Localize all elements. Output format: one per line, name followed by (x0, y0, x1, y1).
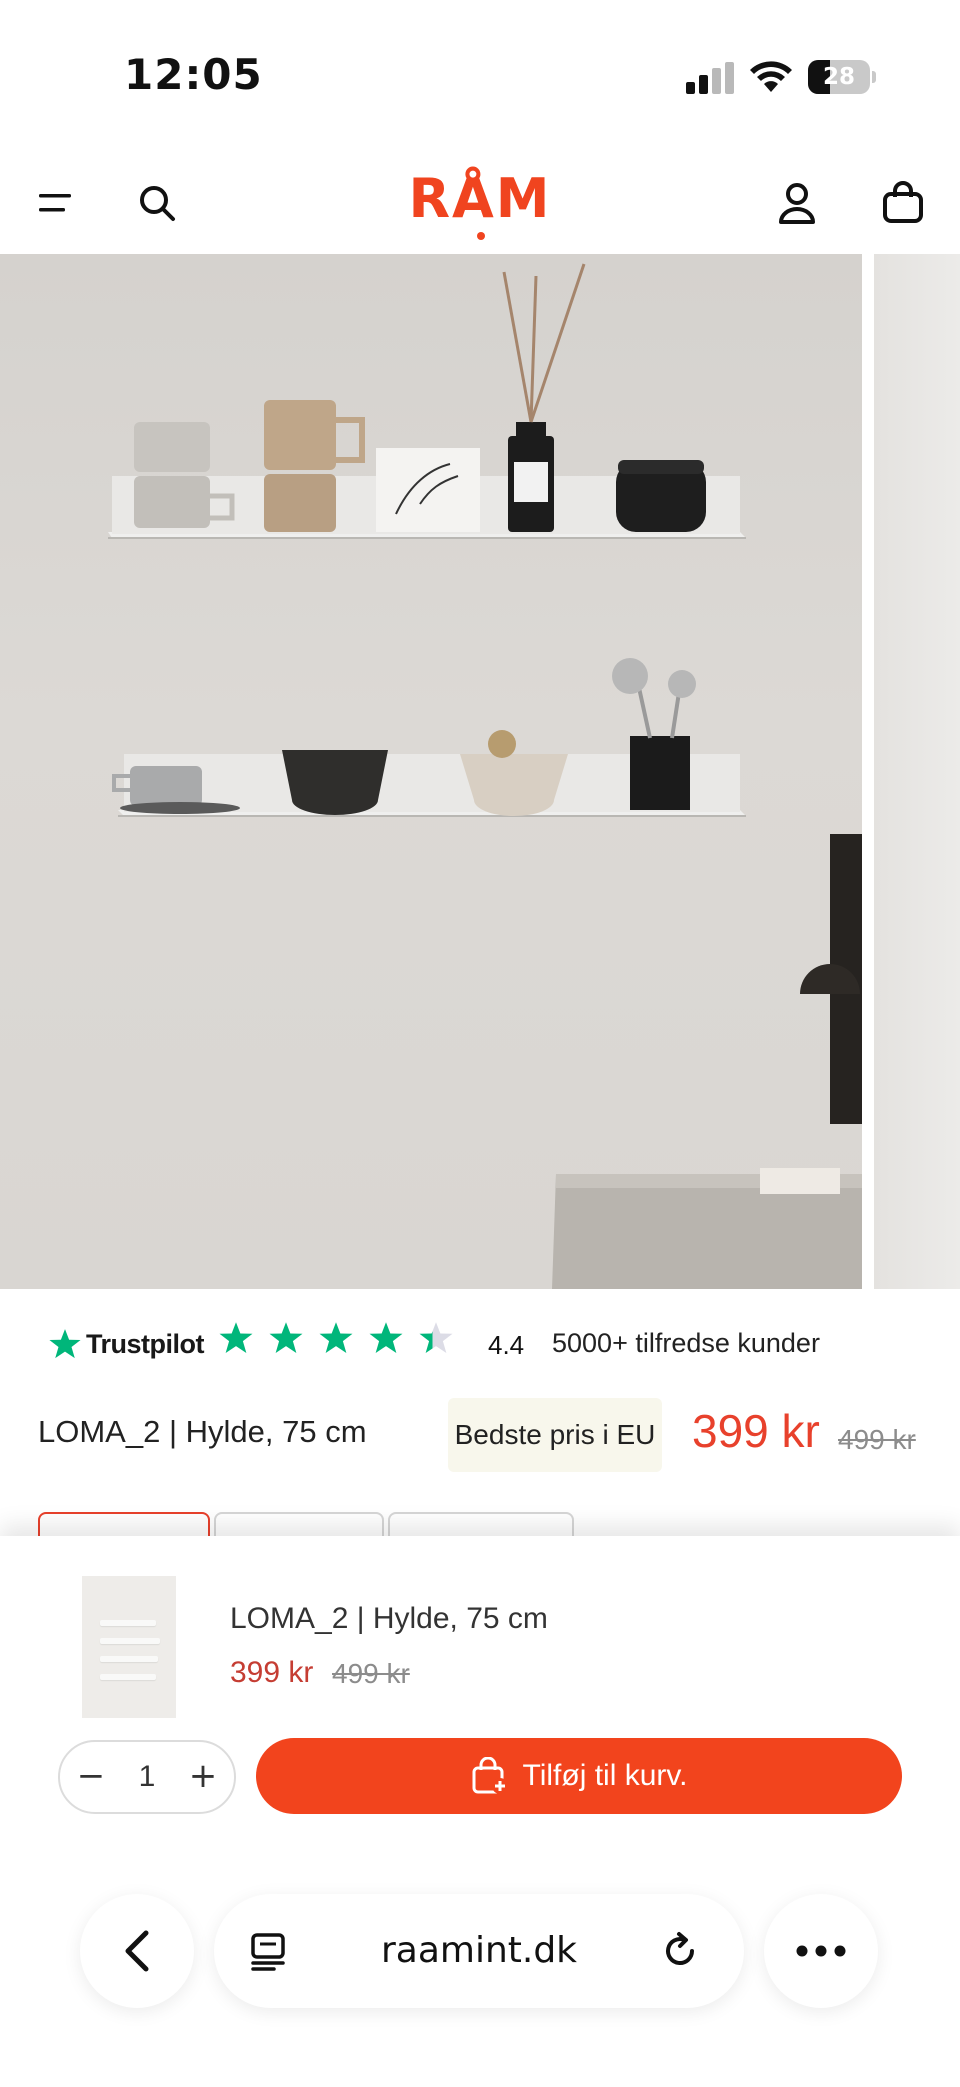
product-thumbnail (82, 1576, 176, 1718)
quantity-stepper: − 1 + (58, 1740, 236, 1814)
sticky-product-old-price: 499 kr (332, 1658, 410, 1689)
rating-star-icon (369, 1322, 403, 1353)
status-bar: 12:05 28 (0, 0, 960, 150)
trustpilot-star-icon (49, 1329, 81, 1359)
product-title: LOMA_2 | Hylde, 75 cm (38, 1414, 367, 1449)
account-icon[interactable] (770, 176, 824, 230)
site-header: RÅM (0, 150, 960, 254)
trustpilot-label: Trustpilot (86, 1328, 205, 1359)
bag-icon[interactable] (876, 176, 930, 230)
product-old-price: 499 kr (838, 1424, 916, 1455)
rating-star-icon (219, 1322, 253, 1353)
reload-icon[interactable] (656, 1927, 704, 1975)
rating-star-icon (269, 1322, 303, 1353)
search-icon[interactable] (130, 176, 184, 230)
trustpilot-rating[interactable]: Trustpilot 4.4 5000+ tilfredse kunder (0, 1300, 960, 1386)
logo-text: RÅM (408, 167, 552, 230)
quantity-decrease-button[interactable]: − (64, 1742, 118, 1812)
rating-star-icon (319, 1322, 353, 1353)
back-icon (125, 1930, 149, 1972)
battery-level: 28 (822, 64, 855, 90)
cart-add-icon (472, 1757, 508, 1794)
rating-stars (218, 1320, 454, 1356)
quantity-increase-button[interactable]: + (176, 1742, 230, 1812)
cellular-signal-icon (686, 62, 734, 94)
menu-icon[interactable] (28, 176, 82, 230)
more-button[interactable] (764, 1894, 878, 2008)
wifi-icon (748, 58, 794, 94)
trustpilot-logo: Trustpilot (48, 1324, 205, 1364)
rating-score: 4.4 (488, 1330, 525, 1360)
sticky-product-title: LOMA_2 | Hylde, 75 cm (230, 1602, 548, 1635)
quantity-value[interactable]: 1 (114, 1742, 180, 1812)
add-to-cart-button[interactable]: Tilføj til kurv. (256, 1738, 902, 1814)
tabs-icon[interactable] (244, 1927, 292, 1975)
product-image[interactable] (0, 254, 862, 1289)
back-button[interactable] (80, 1894, 194, 2008)
size-option[interactable] (38, 1512, 210, 1536)
url-text[interactable]: raamint.dk (334, 1894, 624, 2008)
site-logo[interactable]: RÅM (380, 166, 580, 240)
browser-toolbar: raamint.dk (0, 1870, 960, 2087)
best-price-badge: Bedste pris i EU (448, 1398, 662, 1472)
sticky-product-price: 399 kr (230, 1656, 314, 1689)
status-time: 12:05 (124, 50, 263, 99)
address-bar[interactable]: raamint.dk (214, 1894, 744, 2008)
size-option[interactable] (214, 1512, 384, 1536)
product-gallery[interactable] (0, 254, 960, 1289)
product-image-next[interactable] (874, 254, 960, 1289)
rating-star-icon (419, 1322, 453, 1353)
add-to-cart-label: Tilføj til kurv. (522, 1759, 688, 1792)
product-price: 399 kr (692, 1405, 820, 1457)
size-options[interactable] (38, 1512, 598, 1536)
rating-summary: 5000+ tilfredse kunder (552, 1328, 820, 1358)
size-option[interactable] (388, 1512, 574, 1536)
battery-icon: 28 (808, 60, 876, 94)
more-icon (796, 1945, 846, 1957)
